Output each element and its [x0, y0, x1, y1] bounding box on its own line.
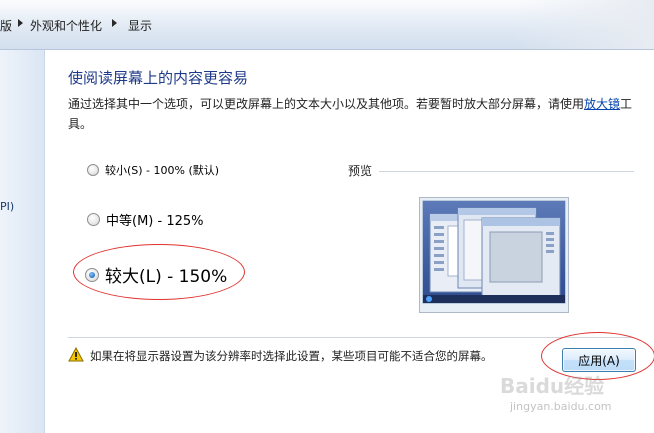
watermark-url: jingyan.baidu.com: [510, 400, 612, 413]
description-text: 通过选择其中一个选项，可以更改屏幕上的文本大小以及其他项。若要暂时放大部分屏幕，…: [68, 97, 585, 111]
preview-image: [419, 197, 569, 313]
preview-screen-icon: [422, 200, 566, 304]
option-smaller[interactable]: 较小(S) - 100% (默认): [87, 162, 219, 178]
preview-label: 预览: [348, 164, 373, 178]
left-pane-link[interactable]: PI): [0, 200, 14, 213]
radio-button-smaller[interactable]: [87, 164, 99, 176]
option-smaller-label[interactable]: 较小(S) - 100% (默认): [105, 162, 219, 178]
breadcrumb-chevron-icon[interactable]: [18, 19, 23, 27]
page-title: 使阅读屏幕上的内容更容易: [68, 69, 249, 87]
breadcrumb-chevron-icon[interactable]: [112, 19, 117, 27]
annotation-circle-option: [73, 244, 245, 300]
breadcrumb-item-control-panel[interactable]: 版: [0, 17, 12, 34]
bottom-divider: [68, 337, 634, 338]
preview-divider: [379, 171, 634, 172]
option-medium[interactable]: 中等(M) - 125%: [87, 210, 203, 229]
warning-message: 如果在将显示器设置为该分辨率时选择此设置，某些项目可能不适合您的屏幕。: [90, 349, 493, 363]
magnifier-link[interactable]: 放大镜: [584, 97, 620, 111]
radio-button-medium[interactable]: [87, 213, 100, 226]
left-navigation-pane: PI): [0, 50, 45, 433]
page-description: 通过选择其中一个选项，可以更改屏幕上的文本大小以及其他项。若要暂时放大部分屏幕，…: [68, 94, 634, 134]
breadcrumb-item-display[interactable]: 显示: [128, 17, 152, 34]
warning-icon: [68, 347, 84, 362]
breadcrumb: 版 外观和个性化 显示: [0, 0, 654, 50]
watermark-logo: Baidu经验: [500, 374, 605, 398]
breadcrumb-item-appearance[interactable]: 外观和个性化: [30, 17, 102, 34]
titlebar-fade: [514, 0, 654, 49]
option-medium-label[interactable]: 中等(M) - 125%: [106, 210, 203, 229]
